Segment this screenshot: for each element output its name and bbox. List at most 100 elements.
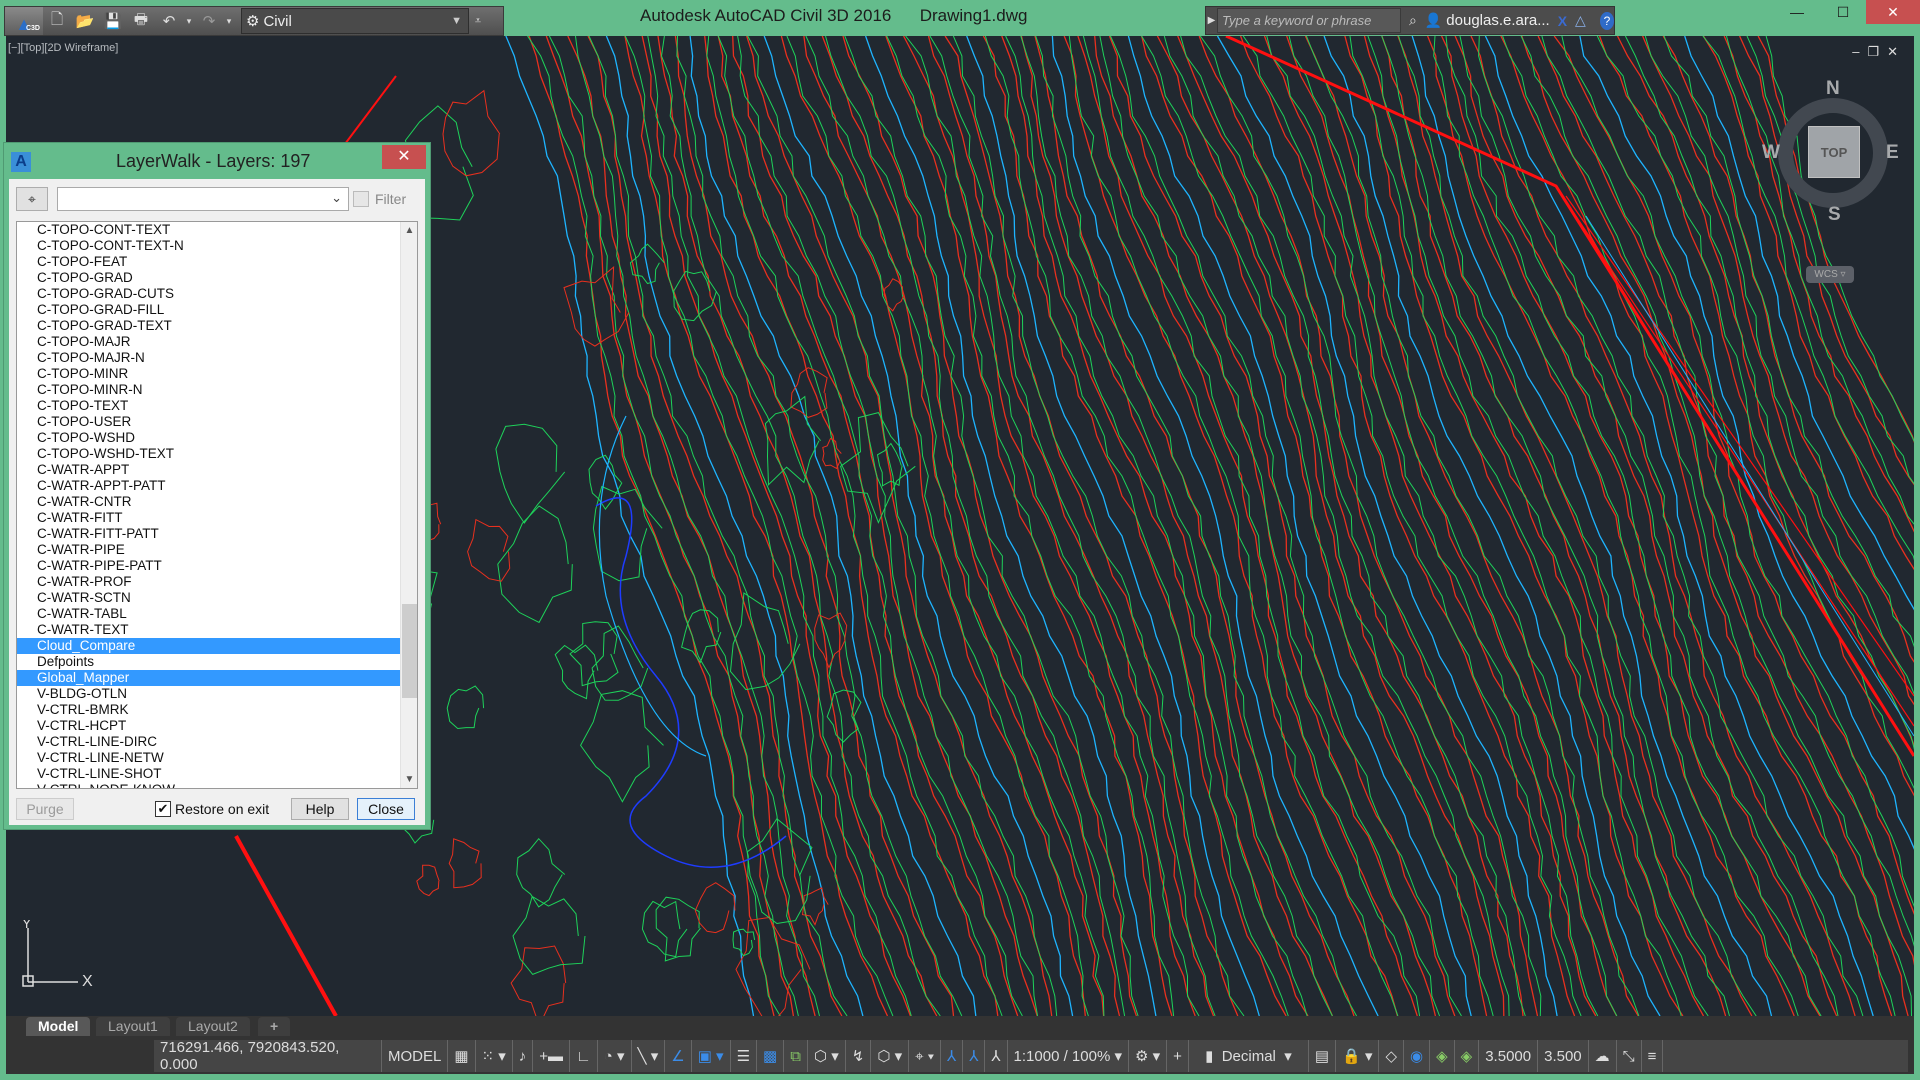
dialog-title-bar[interactable]: A LayerWalk - Layers: 197 ✕ bbox=[4, 143, 430, 177]
layer-list-item[interactable]: C-TOPO-MINR-N bbox=[17, 382, 417, 398]
layer-list-item[interactable]: C-WATR-TEXT bbox=[17, 622, 417, 638]
layer-list-item[interactable]: C-WATR-CNTR bbox=[17, 494, 417, 510]
scroll-up-icon[interactable]: ▲ bbox=[401, 222, 417, 239]
layer-list[interactable]: C-TOPO-CONT-TEXT C-TOPO-CONT-TEXT-N C-TOPO… bbox=[16, 221, 418, 789]
tab-layout1[interactable]: Layout1 bbox=[96, 1017, 170, 1036]
layer-list-item[interactable]: C-WATR-TABL bbox=[17, 606, 417, 622]
layer-list-item[interactable]: C-TOPO-TEXT bbox=[17, 398, 417, 414]
restore-on-exit-label[interactable]: Restore on exit bbox=[175, 801, 269, 817]
snap-icon[interactable]: ⁙ ▾ bbox=[476, 1040, 513, 1072]
lineweight-icon[interactable]: ☰ bbox=[731, 1040, 758, 1072]
layer-list-item[interactable]: C-TOPO-CONT-TEXT-N bbox=[17, 238, 417, 254]
help-button[interactable]: Help bbox=[291, 798, 349, 820]
layer-list-item[interactable]: C-WATR-APPT bbox=[17, 462, 417, 478]
annotation-visibility-icon[interactable]: ⅄ bbox=[941, 1040, 964, 1072]
annotation-scale-dropdown[interactable]: 1:1000 / 100% ▾ bbox=[1008, 1040, 1129, 1072]
tab-layout2[interactable]: Layout2 bbox=[176, 1017, 250, 1036]
layer-list-item[interactable]: V-CTRL-LINE-DIRC bbox=[17, 734, 417, 750]
undo-dropdown-icon[interactable]: ▾ bbox=[183, 8, 195, 34]
application-menu-button[interactable]: ▲ C3D bbox=[5, 7, 43, 35]
minimize-button[interactable]: — bbox=[1774, 0, 1820, 24]
layer-list-item[interactable]: C-TOPO-GRAD-TEXT bbox=[17, 318, 417, 334]
expand-arrow-icon[interactable]: ▶ bbox=[1206, 15, 1217, 26]
osnap-icon[interactable]: ▣ ▾ bbox=[692, 1040, 731, 1072]
undo-icon[interactable]: ↶ bbox=[155, 8, 183, 34]
layer-list-item[interactable]: V-CTRL-LINE-SHOT bbox=[17, 766, 417, 782]
layer-list-item[interactable]: Global_Mapper bbox=[17, 670, 417, 686]
layer-list-item[interactable]: C-TOPO-GRAD-FILL bbox=[17, 302, 417, 318]
layer-list-item[interactable]: C-WATR-PIPE-PATT bbox=[17, 558, 417, 574]
layer-icon[interactable]: ◈ bbox=[1430, 1040, 1455, 1072]
redo-dropdown-icon[interactable]: ▾ bbox=[223, 8, 235, 34]
layer2-icon[interactable]: ◈ bbox=[1455, 1040, 1480, 1072]
gizmo-icon[interactable]: ⌖ ▾ bbox=[909, 1040, 942, 1072]
new-icon[interactable]: 🗋 bbox=[43, 8, 71, 34]
layer-list-item[interactable]: C-TOPO-WSHD bbox=[17, 430, 417, 446]
polar-icon[interactable]: ◔ ▾ bbox=[598, 1040, 632, 1072]
filter-checkbox[interactable] bbox=[353, 191, 369, 207]
layer-list-item[interactable]: C-TOPO-USER bbox=[17, 414, 417, 430]
layer-list-item[interactable]: C-WATR-APPT-PATT bbox=[17, 478, 417, 494]
workspace-dropdown[interactable]: ⚙ Civil ▼ bbox=[241, 8, 469, 34]
hardware-acceleration-icon[interactable]: ◉ bbox=[1404, 1040, 1431, 1072]
layer-list-item[interactable]: C-TOPO-MAJR-N bbox=[17, 350, 417, 366]
close-button[interactable]: ✕ bbox=[1866, 0, 1920, 24]
compass-west[interactable]: W bbox=[1762, 142, 1780, 164]
units-dropdown[interactable]: ▮ Decimal ▾ bbox=[1189, 1040, 1309, 1072]
viewcube[interactable]: TOP N S E W WCS ▿ bbox=[1762, 78, 1899, 283]
select-objects-button[interactable]: ⌖ bbox=[16, 187, 48, 211]
layer-list-item[interactable]: Cloud_Compare bbox=[17, 638, 417, 654]
layer-list-item[interactable]: C-TOPO-MAJR bbox=[17, 334, 417, 350]
compass-east[interactable]: E bbox=[1886, 142, 1899, 164]
compass-north[interactable]: N bbox=[1826, 78, 1840, 100]
layer-list-item[interactable]: C-WATR-FITT bbox=[17, 510, 417, 526]
selection-filter-icon[interactable]: ⬡ ▾ bbox=[871, 1040, 910, 1072]
layer-list-item[interactable]: C-TOPO-CONT-TEXT bbox=[17, 222, 417, 238]
layer-list-item[interactable]: C-TOPO-MINR bbox=[17, 366, 417, 382]
layer-list-item[interactable]: Defpoints bbox=[17, 654, 417, 670]
layer-list-item[interactable]: V-CTRL-NODE-KNOW bbox=[17, 782, 417, 788]
clean-screen-cloud-icon[interactable]: ☁ bbox=[1589, 1040, 1617, 1072]
model-space-toggle[interactable]: MODEL bbox=[382, 1040, 449, 1072]
user-account[interactable]: douglas.e.ara... bbox=[1446, 12, 1549, 29]
annotation-scale-icon[interactable]: ⅄ bbox=[985, 1040, 1008, 1072]
close-dialog-button[interactable]: Close bbox=[357, 798, 415, 820]
viewport-window-controls[interactable]: –❐✕ bbox=[1852, 44, 1906, 60]
customization-menu-icon[interactable]: ≡ bbox=[1642, 1040, 1664, 1072]
maximize-button[interactable]: ☐ bbox=[1820, 0, 1866, 24]
print-icon[interactable]: 🖶 bbox=[127, 8, 155, 34]
help-icon[interactable]: ? bbox=[1599, 11, 1614, 30]
value2-readout[interactable]: 3.500 bbox=[1538, 1040, 1589, 1072]
layer-list-item[interactable]: C-TOPO-GRAD-CUTS bbox=[17, 286, 417, 302]
purge-button[interactable]: Purge bbox=[16, 798, 74, 820]
coordinates-readout[interactable]: 716291.466, 7920843.520, 0.000 bbox=[154, 1039, 382, 1073]
restore-on-exit-checkbox[interactable]: ✔ bbox=[155, 801, 171, 817]
exchange-icon[interactable]: X bbox=[1558, 13, 1567, 29]
tab-model[interactable]: Model bbox=[26, 1017, 91, 1036]
redo-icon[interactable]: ↷ bbox=[195, 8, 223, 34]
search-input[interactable] bbox=[1217, 8, 1402, 33]
layer-list-item[interactable]: V-CTRL-BMRK bbox=[17, 702, 417, 718]
viewport-controls-label[interactable]: [−][Top][2D Wireframe] bbox=[8, 42, 118, 54]
quick-properties-icon[interactable]: ▤ bbox=[1309, 1040, 1337, 1072]
layer-list-item[interactable]: C-WATR-PIPE bbox=[17, 542, 417, 558]
ucs-dropdown[interactable]: WCS ▿ bbox=[1806, 266, 1854, 283]
clean-screen-icon[interactable]: ⤡ bbox=[1617, 1040, 1642, 1072]
save-icon[interactable]: 💾 bbox=[99, 8, 127, 34]
auto-scale-icon[interactable]: ⅄ bbox=[963, 1040, 986, 1072]
compass-south[interactable]: S bbox=[1828, 204, 1841, 226]
isodraft-icon[interactable]: ╲ ▾ bbox=[632, 1040, 666, 1072]
layer-list-item[interactable]: V-CTRL-LINE-NETW bbox=[17, 750, 417, 766]
transparency-icon[interactable]: ▩ bbox=[757, 1040, 785, 1072]
layer-list-item[interactable]: V-BLDG-OTLN bbox=[17, 686, 417, 702]
layer-list-item[interactable]: C-WATR-FITT-PATT bbox=[17, 526, 417, 542]
viewcube-top-face[interactable]: TOP bbox=[1808, 126, 1860, 178]
layer-list-item[interactable]: C-TOPO-FEAT bbox=[17, 254, 417, 270]
scrollbar[interactable]: ▲ ▼ bbox=[400, 222, 417, 788]
object-snap-tracking-icon[interactable]: ∠ bbox=[665, 1040, 692, 1072]
dynamic-input-icon[interactable]: +▬ bbox=[533, 1040, 571, 1072]
customize-toolbar-icon[interactable]: ⩡ bbox=[469, 8, 487, 34]
selection-cycling-icon[interactable]: ⧉ bbox=[784, 1040, 808, 1072]
3d-osnap-icon[interactable]: ⬡ ▾ bbox=[808, 1040, 846, 1072]
scroll-thumb[interactable] bbox=[402, 604, 417, 698]
